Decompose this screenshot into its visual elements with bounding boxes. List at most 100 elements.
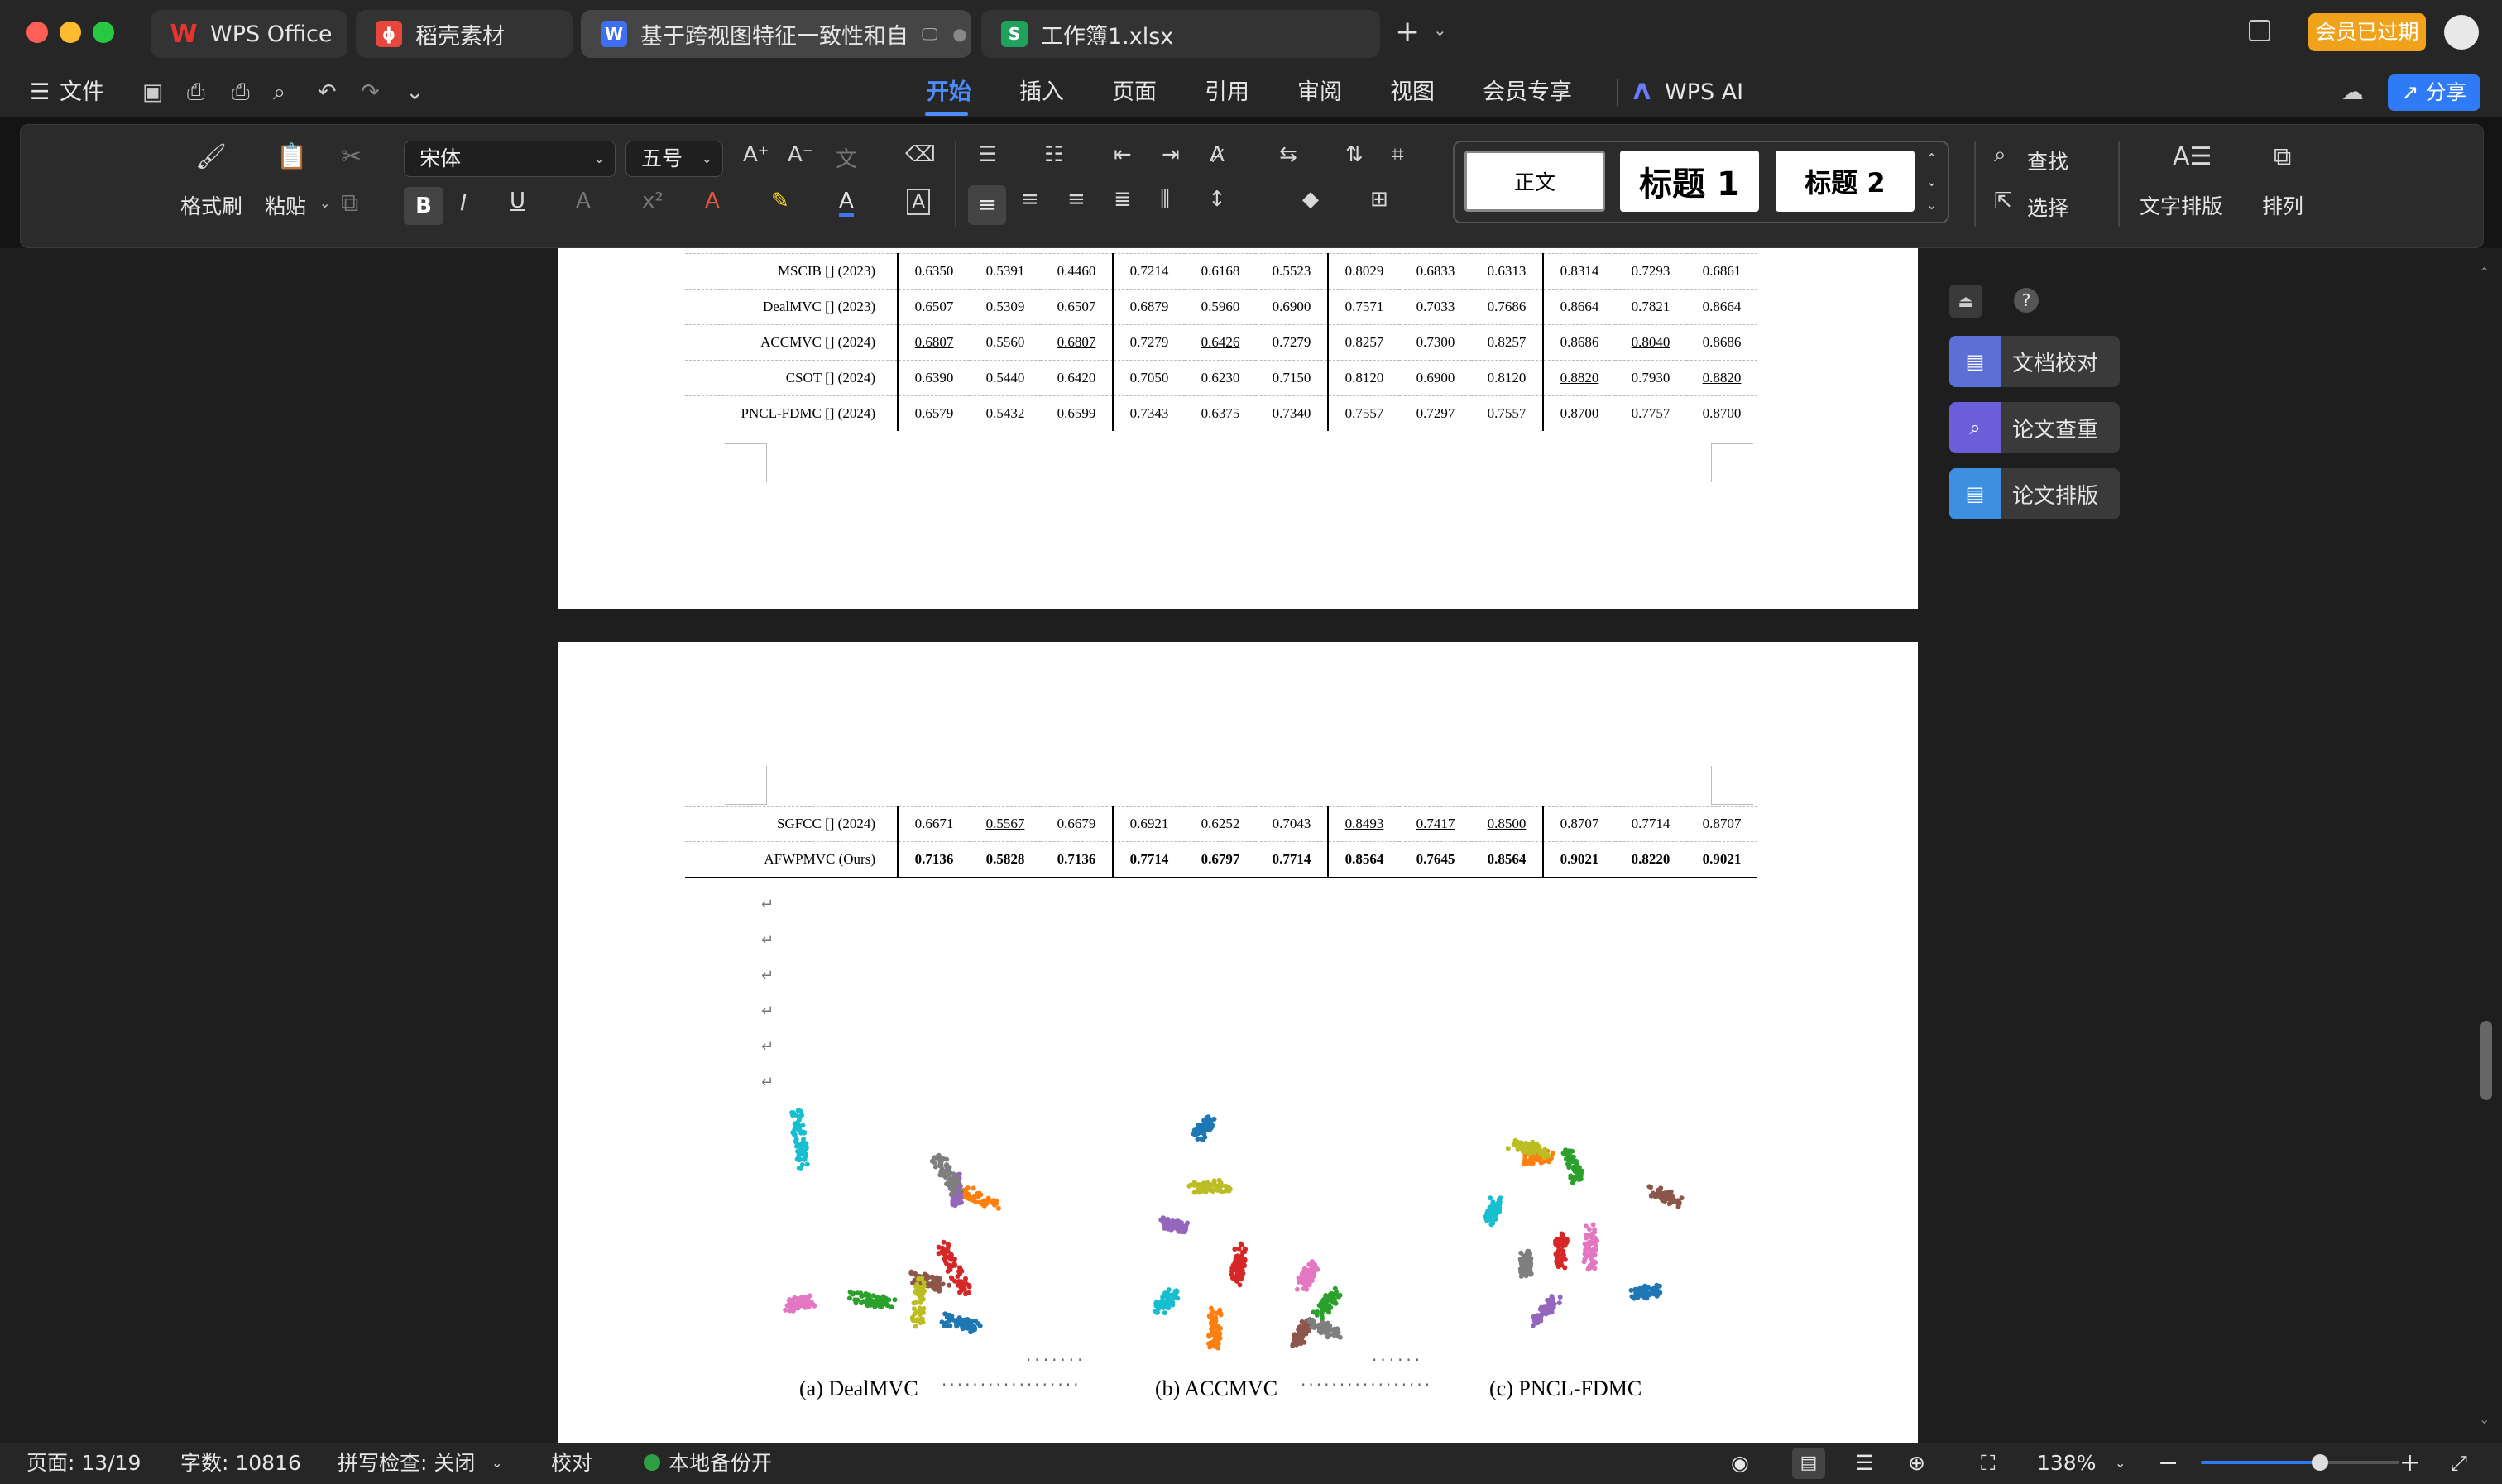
zoom-chevron-icon[interactable]: ⌄ [2115, 1443, 2126, 1484]
tab-insert[interactable]: 插入 [1019, 68, 1064, 117]
word-count[interactable]: 字数: 10816 [180, 1443, 301, 1484]
sort-icon[interactable]: ⇅ [1345, 142, 1364, 167]
eye-icon[interactable]: ◉ [1731, 1443, 1749, 1484]
close-window-button[interactable] [26, 22, 48, 43]
shrink-font-icon[interactable]: A⁻ [788, 142, 814, 167]
bold-button[interactable]: B [404, 187, 443, 225]
window-layout-icon[interactable] [2249, 20, 2270, 41]
minimize-window-button[interactable] [60, 22, 81, 43]
font-color-icon[interactable]: A [839, 189, 854, 217]
style-heading-2[interactable]: 标题 2 [1776, 151, 1915, 212]
decrease-indent-icon[interactable]: ⇤ [1114, 142, 1132, 167]
tab-workbook[interactable]: S 工作簿1.xlsx [981, 10, 1380, 58]
tab-page[interactable]: 页面 [1112, 68, 1157, 117]
show-marks-icon[interactable]: ⌗ [1392, 142, 1404, 168]
arrange-button[interactable]: 排列 [2262, 190, 2303, 220]
collapse-panel-icon[interactable]: ⏏ [1949, 285, 1982, 318]
tab-review[interactable]: 审阅 [1297, 68, 1342, 117]
font-size-select[interactable]: 五号 ⌄ [626, 141, 723, 177]
print-icon[interactable]: ⎙ [232, 68, 250, 117]
align-center-icon[interactable]: ≡ [1021, 187, 1039, 212]
style-heading-1[interactable]: 标题 1 [1620, 151, 1759, 212]
clear-format-icon[interactable]: ⌫ [905, 142, 936, 167]
font-name-select[interactable]: 宋体 ⌄ [404, 141, 616, 177]
italic-button[interactable]: I [460, 189, 467, 216]
paste-button[interactable]: 粘贴 [265, 190, 306, 220]
format-painter-button[interactable]: 格式刷 [180, 190, 242, 220]
align-left-button[interactable]: ≡ [968, 185, 1006, 225]
cloud-upload-icon[interactable]: ☁ [2341, 68, 2364, 117]
tab-member[interactable]: 会员专享 [1483, 68, 1572, 117]
bullet-list-icon[interactable]: ☰ [978, 142, 997, 167]
fullscreen-icon[interactable]: ⤢ [2451, 1443, 2467, 1484]
zoom-level[interactable]: 138% [2037, 1443, 2096, 1484]
new-tab-plus-icon[interactable]: + [1395, 15, 1420, 49]
share-button[interactable]: ↗ 分享 [2388, 74, 2480, 111]
select-button[interactable]: 选择 [2027, 192, 2068, 222]
text-direction-icon[interactable]: ⇆ [1279, 142, 1297, 167]
find-button[interactable]: 查找 [2027, 146, 2068, 175]
zoom-slider-knob[interactable] [2312, 1454, 2328, 1471]
phonetic-guide-icon[interactable]: 文 [836, 142, 857, 173]
increase-indent-icon[interactable]: ⇥ [1162, 142, 1180, 167]
tab-wps-office[interactable]: W WPS Office [151, 10, 348, 58]
redo-icon[interactable]: ↷ [361, 68, 380, 117]
user-avatar[interactable] [2444, 15, 2479, 50]
local-backup-status[interactable]: 本地备份开 [669, 1443, 772, 1484]
vertical-scrollbar-thumb[interactable] [2480, 1021, 2492, 1100]
text-layout-icon[interactable]: A☰ [2173, 142, 2212, 171]
distribute-icon[interactable]: ⫼ [1160, 187, 1170, 213]
hamburger-menu-icon[interactable]: ☰ [30, 68, 50, 117]
paste-chevron-icon[interactable]: ⌄ [319, 195, 330, 211]
menu-file[interactable]: 文件 [60, 68, 104, 117]
zoom-slider-track[interactable] [2201, 1454, 2399, 1471]
zoom-window-button[interactable] [93, 22, 114, 43]
undo-icon[interactable]: ↶ [318, 68, 337, 117]
find-icon[interactable]: ⌕ [1994, 142, 2006, 168]
shading-icon[interactable]: ◆ [1302, 187, 1319, 212]
gallery-scroll-icon[interactable]: ⌃ ⌄ ⌄ [1926, 147, 1937, 217]
quick-access-chevron-icon[interactable]: ⌄ [405, 68, 424, 117]
numbered-list-icon[interactable]: ☷ [1044, 142, 1063, 167]
web-view-icon[interactable]: ⊕ [1908, 1443, 1925, 1484]
cut-icon[interactable]: ✂ [341, 142, 362, 171]
spell-check-toggle[interactable]: 拼写检查: 关闭 [338, 1443, 475, 1484]
tab-reference[interactable]: 引用 [1205, 68, 1249, 117]
justify-icon[interactable]: ≣ [1114, 187, 1132, 212]
tab-view[interactable]: 视图 [1390, 68, 1435, 117]
copy-icon[interactable]: ⧉ [341, 189, 358, 218]
print-preview-icon[interactable]: ⌕ [273, 68, 285, 117]
underline-button[interactable]: U [510, 189, 525, 213]
zoom-out-icon[interactable]: − [2158, 1443, 2178, 1484]
strikethrough-button[interactable]: A [576, 189, 591, 213]
text-effect-icon[interactable]: A [705, 189, 720, 213]
scroll-down-icon[interactable]: ⌄ [2479, 1411, 2490, 1427]
save-icon[interactable]: ▣ [142, 68, 164, 117]
tab-home[interactable]: 开始 [927, 68, 971, 117]
help-icon[interactable]: ? [2014, 288, 2039, 313]
borders-icon[interactable]: ⊞ [1370, 187, 1388, 212]
highlight-icon[interactable]: ✎ [771, 189, 789, 213]
paper-format-button[interactable]: ▤ 论文排版 [1949, 468, 2120, 519]
member-expired-button[interactable]: 会员已过期 [2308, 13, 2426, 51]
format-painter-icon[interactable]: 🖌 [195, 142, 227, 171]
chinese-layout-icon[interactable]: A̷ [1210, 142, 1225, 167]
grow-font-icon[interactable]: A⁺ [743, 142, 769, 167]
page-view-icon[interactable]: ▤ [1792, 1448, 1825, 1479]
spell-chevron-icon[interactable]: ⌄ [491, 1443, 502, 1484]
doc-proofread-button[interactable]: ▤ 文档校对 [1949, 336, 2120, 387]
arrange-icon[interactable]: ⧉ [2274, 142, 2291, 171]
zoom-in-icon[interactable]: + [2399, 1443, 2420, 1484]
align-right-icon[interactable]: ≡ [1067, 187, 1086, 212]
character-border-icon[interactable]: A [907, 189, 931, 215]
tab-docer-materials[interactable]: ϕ 稻壳素材 [356, 10, 573, 58]
scroll-up-icon[interactable]: ⌃ [2479, 265, 2490, 280]
wps-ai-button[interactable]: WPS AI [1665, 68, 1743, 117]
fit-page-icon[interactable]: ⛶ [1981, 1443, 1996, 1484]
style-normal[interactable]: 正文 [1464, 151, 1605, 212]
export-icon[interactable]: ⎙ [187, 68, 205, 117]
outline-view-icon[interactable]: ☰ [1855, 1443, 1873, 1484]
select-cursor-icon[interactable]: ⇱ [1994, 189, 2012, 213]
plagiarism-check-button[interactable]: ⌕ 论文查重 [1949, 402, 2120, 453]
superscript-button[interactable]: x² [642, 189, 664, 213]
